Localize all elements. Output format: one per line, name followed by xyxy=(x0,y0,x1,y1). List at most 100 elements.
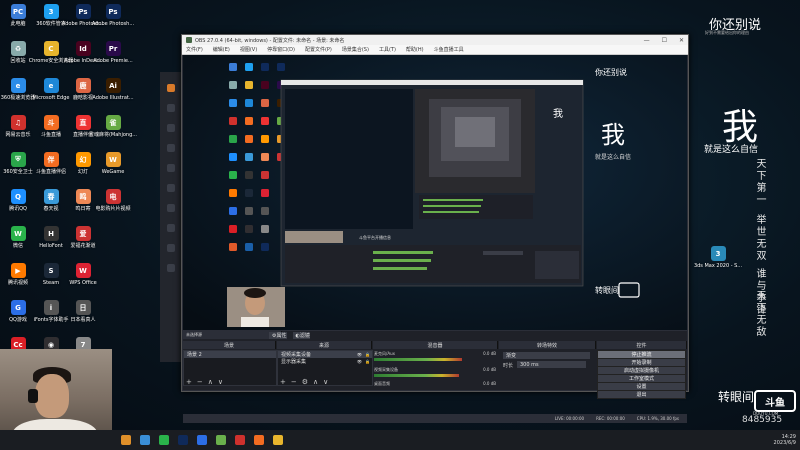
desktop-icon[interactable]: W WPS Office xyxy=(67,263,99,299)
mixer-channel-volume: 0.0 dB xyxy=(483,367,496,372)
volume-meter[interactable] xyxy=(374,374,460,377)
system-tray[interactable]: 14:29 2023/6/9 xyxy=(774,434,796,446)
move-up-icon[interactable]: ∧ xyxy=(208,378,213,386)
desktop-icon[interactable]: Ai Adobe Illustrat... xyxy=(92,78,134,114)
menu-item[interactable]: 文件(F) xyxy=(186,46,203,53)
mixer-channel-name: 麦克风/Aux xyxy=(374,351,395,356)
desktop-icon[interactable]: 鸣鸣日寄 xyxy=(67,189,99,225)
desktop-icon[interactable]: W WeGame xyxy=(97,152,129,188)
desktop-icon[interactable]: Pr Adobe Premie... xyxy=(93,41,133,77)
desktop-icon[interactable]: W 微信 xyxy=(2,226,34,262)
taskbar-app-icon[interactable] xyxy=(197,435,207,445)
dock-share-icon[interactable] xyxy=(167,244,175,252)
desktop-icon[interactable]: PC 此电脑 xyxy=(2,4,34,40)
close-icon[interactable]: ✕ xyxy=(679,37,684,44)
dock-settings-icon[interactable] xyxy=(167,264,175,272)
taskbar-app-icon[interactable] xyxy=(254,435,264,445)
menu-item[interactable]: 视图(V) xyxy=(240,46,257,53)
taskbar-app-icon[interactable] xyxy=(178,435,188,445)
remove-scene-icon[interactable]: − xyxy=(197,378,203,386)
mixer-channel-name: 桌面音频 xyxy=(374,381,390,386)
live-time: LIVE: 00:00:00 xyxy=(554,416,585,421)
desktop-icon-label: WPS Office xyxy=(69,280,97,286)
desktop-icon[interactable]: 春春天视 xyxy=(35,189,67,225)
dock-stats-icon[interactable] xyxy=(167,224,175,232)
remove-source-icon[interactable]: − xyxy=(291,378,297,386)
obs-preview[interactable]: 斗鱼平台开播信息 我 你还别说 我 就是这么自信 转眼间 xyxy=(183,55,687,330)
dock-logo-icon[interactable] xyxy=(167,84,175,92)
menu-item[interactable]: 停靠窗口(D) xyxy=(267,46,295,53)
source-item[interactable]: 视频采集设备 👁 🔒 xyxy=(278,351,372,358)
taskbar-app-icon[interactable] xyxy=(235,435,245,445)
lock-icon[interactable]: 🔒 xyxy=(365,359,370,364)
taskbar-app-icon[interactable] xyxy=(216,435,226,445)
properties-button[interactable]: ⚙ 属性 xyxy=(269,332,287,339)
move-down-icon[interactable]: ∨ xyxy=(218,378,223,386)
volume-meter[interactable] xyxy=(374,358,462,361)
duration-input[interactable]: 300 ms xyxy=(517,361,586,368)
source-down-icon[interactable]: ∨ xyxy=(323,378,328,386)
desktop-icon[interactable]: ⛨ 360安全卫士 xyxy=(2,152,34,188)
preview-desktop-icon xyxy=(229,99,237,107)
scene-item[interactable]: 场景 2 xyxy=(184,351,276,358)
lock-icon[interactable]: 🔒 xyxy=(365,352,370,357)
taskbar-app-icon[interactable] xyxy=(273,435,283,445)
visibility-eye-icon[interactable]: 👁 xyxy=(357,359,362,364)
desktop-icon[interactable]: 斗斗鱼直播 xyxy=(35,115,67,151)
desktop-icon[interactable]: e Microsoft Edge xyxy=(33,78,69,114)
desktop-icon[interactable]: 幻幻灯 xyxy=(67,152,99,188)
desktop-icon[interactable]: G QQ游戏 xyxy=(2,300,34,336)
dock-chat-icon[interactable] xyxy=(167,144,175,152)
sources-dock-header: 来源 xyxy=(277,341,372,349)
desktop-icon[interactable]: S Steam xyxy=(35,263,67,299)
desktop-icon-3dsmax[interactable]: 3 3ds Max 2020 - S... xyxy=(694,246,742,282)
transition-select[interactable]: 渐变 xyxy=(503,352,590,359)
desktop-icon[interactable]: 伴斗鱼直播伴侣 xyxy=(35,152,67,188)
app-icon: Ai xyxy=(105,78,121,93)
menu-item[interactable]: 斗鱼直播工具 xyxy=(434,46,464,53)
add-scene-icon[interactable]: + xyxy=(186,378,192,386)
desktop-icon[interactable]: 日日本看真人 xyxy=(67,300,99,336)
source-up-icon[interactable]: ∧ xyxy=(313,378,318,386)
add-source-icon[interactable]: + xyxy=(280,378,286,386)
taskbar-app-icon[interactable] xyxy=(121,435,131,445)
desktop-icon[interactable]: ▶ 腾讯视频 xyxy=(2,263,34,299)
desktop-icon-label: 斗鱼直播 xyxy=(40,132,61,138)
app-icon: Ps xyxy=(75,4,91,19)
desktop-icon[interactable]: Q 腾讯QQ xyxy=(2,189,34,225)
menu-item[interactable]: 帮助(H) xyxy=(406,46,424,53)
control-button[interactable]: 退出 xyxy=(597,390,686,399)
maximize-icon[interactable]: ☐ xyxy=(662,37,667,44)
desktop-icon[interactable]: i iFonts字体助手 xyxy=(34,300,68,336)
visibility-eye-icon[interactable]: 👁 xyxy=(357,352,362,357)
preview-desktop-icon xyxy=(229,207,237,215)
taskbar-app-icon[interactable] xyxy=(140,435,150,445)
desktop-icon[interactable]: 雀雀魂麻将(Mahjong... xyxy=(89,115,137,151)
taskbar-app-icon[interactable] xyxy=(159,435,169,445)
menu-item[interactable]: 工具(T) xyxy=(379,46,396,53)
preview-desktop-icon xyxy=(245,153,253,161)
desktop-icon[interactable]: Ps Adobe Photosh... xyxy=(92,4,134,40)
desktop-icon[interactable]: e 360极速浏览器 xyxy=(1,78,35,114)
menu-item[interactable]: 场景集合(S) xyxy=(342,46,369,53)
source-item[interactable]: 显示器采集 👁 🔒 xyxy=(278,358,372,365)
source-item-label: 显示器采集 xyxy=(281,359,307,365)
preview-desktop-icon xyxy=(245,225,253,233)
dock-tool-icon[interactable] xyxy=(167,204,175,212)
desktop-icon[interactable]: H HelloFont xyxy=(35,226,67,262)
menu-item[interactable]: 配置文件(P) xyxy=(305,46,332,53)
app-icon: W xyxy=(75,263,91,278)
dock-gift-icon[interactable] xyxy=(167,164,175,172)
source-settings-icon[interactable]: ⚙ xyxy=(302,378,308,386)
desktop-icon[interactable]: C Chrome安全浏览器 xyxy=(29,41,73,77)
desktop-icon[interactable]: 电电影购片片视频 xyxy=(96,189,131,225)
dock-scene-icon[interactable] xyxy=(167,124,175,132)
minimize-icon[interactable]: — xyxy=(644,37,650,44)
filters-button[interactable]: ◐ 滤镜 xyxy=(292,332,310,339)
dock-home-icon[interactable] xyxy=(167,104,175,112)
dock-user-icon[interactable] xyxy=(167,184,175,192)
menu-item[interactable]: 编辑(E) xyxy=(213,46,230,53)
desktop-icon[interactable]: ♫ 网易云音乐 xyxy=(2,115,34,151)
desktop-icon[interactable]: 爱爱福花渐道 xyxy=(67,226,99,262)
desktop-icon-label: QQ游戏 xyxy=(9,317,27,323)
